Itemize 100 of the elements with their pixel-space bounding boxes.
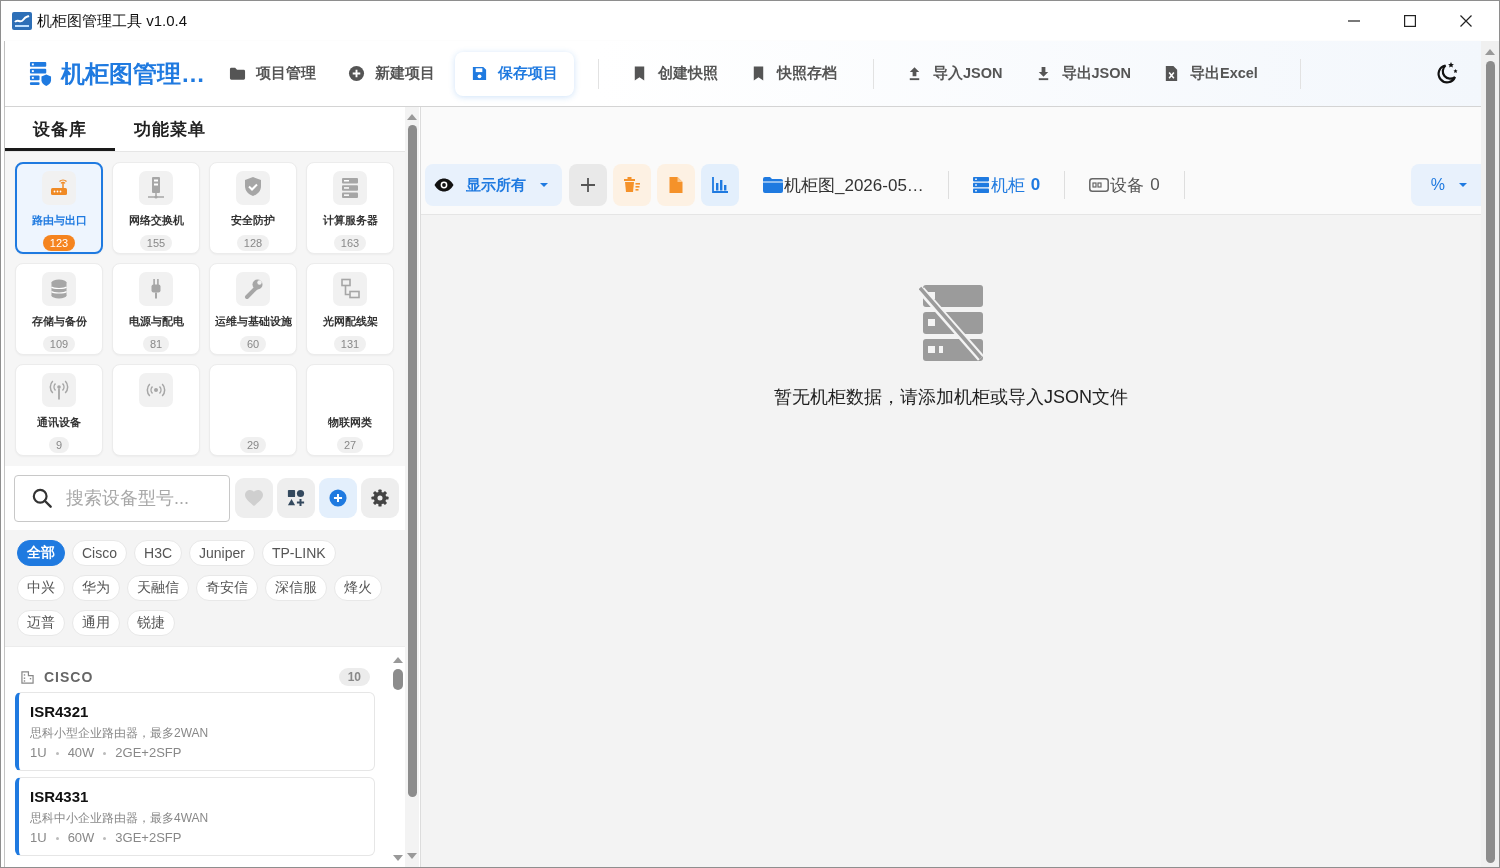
view-filter-dropdown[interactable]: 显示所有 — [425, 164, 562, 206]
toolbar-button[interactable]: 导出JSON — [1034, 64, 1131, 83]
category-name: 电源与配电 — [128, 314, 184, 329]
category-card[interactable]: 通讯设备 9 — [15, 364, 103, 456]
toolbar-button[interactable]: 保存项目 — [455, 51, 574, 96]
filter-chip[interactable]: 华为 — [72, 575, 120, 601]
toolbar-button[interactable]: 项目管理 — [229, 64, 316, 83]
file-name: 机柜图_2026-05… — [784, 174, 924, 197]
filter-chip[interactable]: 全部 — [17, 540, 65, 566]
server-icon — [333, 171, 367, 205]
filter-chip[interactable]: 通用 — [72, 610, 120, 636]
settings-button[interactable] — [361, 478, 399, 518]
toolbar-button[interactable]: 快照存档 — [750, 64, 837, 83]
caret-icon — [540, 183, 548, 187]
rack-label: 机柜 — [990, 174, 1025, 197]
count-badge: 128 — [236, 235, 270, 251]
toolbar-button[interactable]: 新建项目 — [348, 64, 435, 83]
eye-icon — [434, 178, 454, 192]
filter-chip[interactable]: Cisco — [72, 540, 127, 566]
device-card[interactable]: ISR4331 思科中小企业路由器，最多4WAN 1U 60W 3GE+2SFP — [15, 777, 375, 856]
device-description: 思科小型企业路由器，最多2WAN — [30, 725, 210, 742]
count-badge: 123 — [42, 235, 76, 251]
category-card[interactable]: 光网配线架 131 — [306, 263, 394, 355]
tab[interactable]: 功能菜单 — [115, 107, 225, 151]
rack-count: 0 — [1030, 175, 1041, 195]
wireless-signal-icon — [139, 373, 173, 407]
scroll-up-icon[interactable] — [407, 114, 417, 120]
filter-chip[interactable]: 天融信 — [127, 575, 189, 601]
excel-file-icon — [1163, 65, 1180, 82]
scroll-up-icon[interactable] — [1485, 49, 1495, 55]
close-icon[interactable] — [1460, 15, 1472, 27]
scroll-up-icon[interactable] — [393, 657, 403, 663]
count-badge: 109 — [42, 336, 76, 352]
shapes-icon — [287, 489, 305, 507]
folder-icon — [229, 65, 246, 82]
filter-chip[interactable]: 深信服 — [265, 575, 327, 601]
category-card[interactable]: 物联网类 27 — [306, 364, 394, 456]
add-button[interactable] — [319, 478, 357, 518]
count-badge: 60 — [239, 336, 267, 352]
count-badge: 29 — [239, 437, 267, 453]
toolbar-button[interactable]: 创建快照 — [631, 64, 718, 83]
group-name: CISCO — [44, 669, 94, 685]
count-badge: 81 — [142, 336, 170, 352]
category-card[interactable]: 计算服务器 163 — [306, 162, 394, 254]
maximize-icon[interactable] — [1404, 15, 1416, 27]
count-badge: 155 — [139, 235, 173, 251]
device-model: ISR4331 — [30, 787, 90, 807]
trash-button[interactable] — [613, 164, 651, 206]
search-field[interactable]: 搜索设备型号... — [14, 474, 230, 522]
search-icon — [32, 487, 52, 508]
category-card[interactable]: 安全防护 128 — [209, 162, 297, 254]
zoom-dropdown[interactable]: % — [1410, 164, 1481, 206]
scrollbar-thumb[interactable] — [393, 669, 403, 690]
antenna-icon — [42, 373, 76, 407]
toolbar-button[interactable]: 导入JSON — [906, 64, 1003, 83]
building-icon — [21, 670, 34, 684]
router-icon — [42, 171, 76, 205]
category-name: 网络交换机 — [128, 213, 184, 228]
device-description: 思科中小企业路由器，最多4WAN — [30, 810, 210, 827]
category-card[interactable]: 网络交换机 155 — [112, 162, 200, 254]
add-circle-icon — [348, 65, 365, 82]
filter-chip[interactable]: TP-LINK — [261, 540, 336, 566]
category-name: 光网配线架 — [322, 314, 378, 329]
category-card[interactable]: 电源与配电 81 — [112, 263, 200, 355]
filter-chip[interactable]: Juniper — [189, 540, 255, 566]
device-card[interactable]: ISR4321 思科小型企业路由器，最多2WAN 1U 40W 2GE+2SFP — [15, 692, 375, 771]
heart-icon — [245, 489, 263, 507]
toolbar-button[interactable]: 导出Excel — [1163, 64, 1258, 83]
filter-chip[interactable]: H3C — [134, 540, 183, 566]
category-card[interactable]: 运维与基础设施 60 — [209, 263, 297, 355]
plus-icon — [581, 178, 595, 192]
plug-icon — [139, 272, 173, 306]
device-model: ISR4321 — [30, 702, 90, 722]
database-icon — [42, 272, 76, 306]
empty-message: 暂无机柜数据，请添加机柜或导入JSON文件 — [774, 386, 1128, 409]
filter-chip[interactable]: 迈普 — [17, 610, 65, 636]
shield-icon — [236, 171, 270, 205]
filter-chip[interactable]: 奇安信 — [196, 575, 258, 601]
file-icon — [668, 177, 684, 193]
device-specs: 1U 40W 2GE+2SFP — [30, 744, 183, 762]
wrench-icon — [236, 272, 270, 306]
category-name: 路由与出口 — [31, 213, 87, 228]
file-button[interactable] — [657, 164, 695, 206]
trash-icon — [624, 177, 640, 193]
add-button[interactable] — [569, 164, 607, 206]
category-card[interactable]: 存储与备份 109 — [15, 263, 103, 355]
window-title: 机柜图管理工具 v1.0.4 — [37, 11, 188, 31]
chart-button[interactable] — [701, 164, 739, 206]
filter-chip[interactable]: 锐捷 — [127, 610, 175, 636]
device-label: 设备 — [1110, 174, 1145, 197]
caret-icon — [1459, 183, 1467, 187]
filter-chip[interactable]: 中兴 — [17, 575, 65, 601]
count-badge: 27 — [336, 437, 364, 453]
app-icon — [12, 12, 32, 30]
scrollbar-thumb[interactable] — [1485, 61, 1495, 863]
category-card[interactable]: 路由与出口 123 — [15, 162, 103, 254]
filter-chip[interactable]: 烽火 — [334, 575, 382, 601]
add-shape-button[interactable] — [277, 478, 315, 518]
network-icon — [333, 272, 367, 306]
scrollbar-thumb[interactable] — [407, 125, 417, 797]
